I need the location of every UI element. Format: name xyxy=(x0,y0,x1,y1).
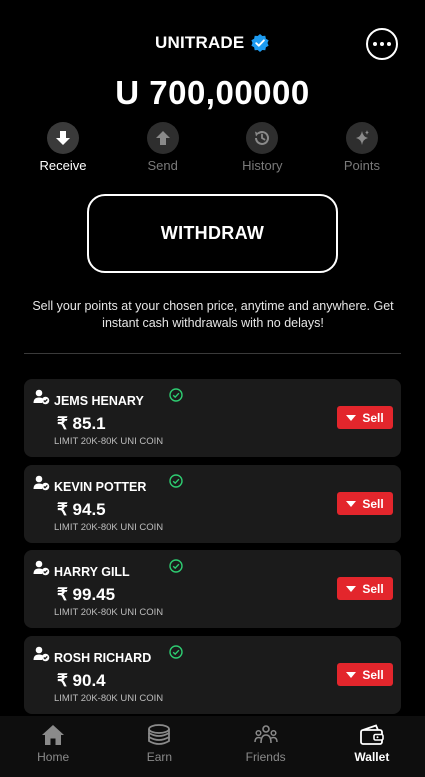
seller-name: JEMS HENARY xyxy=(54,394,144,408)
arrow-down-icon xyxy=(47,122,79,154)
more-options-button[interactable] xyxy=(366,28,398,60)
send-button[interactable]: Send xyxy=(120,122,206,173)
home-icon xyxy=(40,723,66,747)
header: UNITRADE xyxy=(0,28,425,60)
verified-check-icon xyxy=(169,559,183,573)
bottom-nav: Home Earn Friends Wallet xyxy=(0,716,425,777)
dot xyxy=(373,42,377,46)
offer-price: ₹ 85.1 xyxy=(57,414,106,433)
nav-home-label: Home xyxy=(37,750,70,764)
friends-icon xyxy=(253,723,279,747)
sell-button[interactable]: Sell xyxy=(337,577,393,600)
verified-check-icon xyxy=(169,474,183,488)
offer-price: ₹ 90.4 xyxy=(57,671,106,690)
nav-wallet-label: Wallet xyxy=(354,750,390,764)
sell-button[interactable]: Sell xyxy=(337,492,393,515)
balance-amount: U 700,00000 xyxy=(115,74,310,111)
withdraw-button[interactable]: WITHDRAW xyxy=(87,194,338,273)
arrow-up-icon xyxy=(146,122,179,154)
sell-button[interactable]: Sell xyxy=(337,663,393,686)
offer-card: ROSH RICHARD ₹ 90.4 LIMIT 20K-80K UNI CO… xyxy=(24,636,401,714)
brand: UNITRADE xyxy=(155,33,270,53)
caret-down-icon xyxy=(346,500,357,507)
offer-price: ₹ 99.45 xyxy=(57,585,116,604)
receive-label: Receive xyxy=(39,158,87,173)
offer-limit: LIMIT 20K-80K UNI COIN xyxy=(54,522,164,533)
nav-earn[interactable]: Earn xyxy=(106,716,212,777)
nav-friends-label: Friends xyxy=(245,750,286,764)
sparkle-icon xyxy=(345,122,378,154)
coins-icon xyxy=(146,723,172,747)
wallet-icon xyxy=(359,723,385,747)
dot xyxy=(387,42,391,46)
nav-earn-label: Earn xyxy=(146,750,173,764)
seller-name: KEVIN POTTER xyxy=(54,480,147,494)
user-check-icon xyxy=(33,560,50,576)
verified-check-icon xyxy=(169,645,183,659)
verified-check-icon xyxy=(169,388,183,402)
caret-down-icon xyxy=(346,414,357,421)
verified-badge-icon xyxy=(251,34,270,52)
offer-limit: LIMIT 20K-80K UNI COIN xyxy=(54,693,164,704)
offer-card: KEVIN POTTER ₹ 94.5 LIMIT 20K-80K UNI CO… xyxy=(24,465,401,543)
sell-label: Sell xyxy=(362,581,384,596)
nav-wallet[interactable]: Wallet xyxy=(319,716,425,777)
dot xyxy=(380,42,384,46)
sell-label: Sell xyxy=(362,410,384,425)
receive-button[interactable]: Receive xyxy=(20,122,106,173)
brand-name: UNITRADE xyxy=(155,33,245,52)
user-check-icon xyxy=(33,475,50,491)
user-check-icon xyxy=(33,646,50,662)
offer-limit: LIMIT 20K-80K UNI COIN xyxy=(54,436,164,447)
user-check-icon xyxy=(33,389,50,405)
points-label: Points xyxy=(343,158,381,173)
history-icon xyxy=(246,122,279,154)
history-label: History xyxy=(242,158,283,173)
caret-down-icon xyxy=(346,671,357,678)
send-label: Send xyxy=(147,158,178,173)
info-text: Sell your points at your chosen price, a… xyxy=(32,299,394,330)
offer-card: JEMS HENARY ₹ 85.1 LIMIT 20K-80K UNI COI… xyxy=(24,379,401,457)
offer-card: HARRY GILL ₹ 99.45 LIMIT 20K-80K UNI COI… xyxy=(24,550,401,628)
seller-name: HARRY GILL xyxy=(54,565,130,579)
divider xyxy=(24,353,401,354)
action-row: Receive Send History Points xyxy=(20,122,405,173)
seller-name: ROSH RICHARD xyxy=(54,651,152,665)
points-button[interactable]: Points xyxy=(319,122,405,173)
history-button[interactable]: History xyxy=(219,122,305,173)
offer-limit: LIMIT 20K-80K UNI COIN xyxy=(54,607,164,618)
nav-home[interactable]: Home xyxy=(0,716,106,777)
offer-price: ₹ 94.5 xyxy=(57,500,106,519)
caret-down-icon xyxy=(346,585,357,592)
sell-label: Sell xyxy=(362,496,384,511)
sell-button[interactable]: Sell xyxy=(337,406,393,429)
nav-friends[interactable]: Friends xyxy=(213,716,319,777)
sell-label: Sell xyxy=(362,667,384,682)
